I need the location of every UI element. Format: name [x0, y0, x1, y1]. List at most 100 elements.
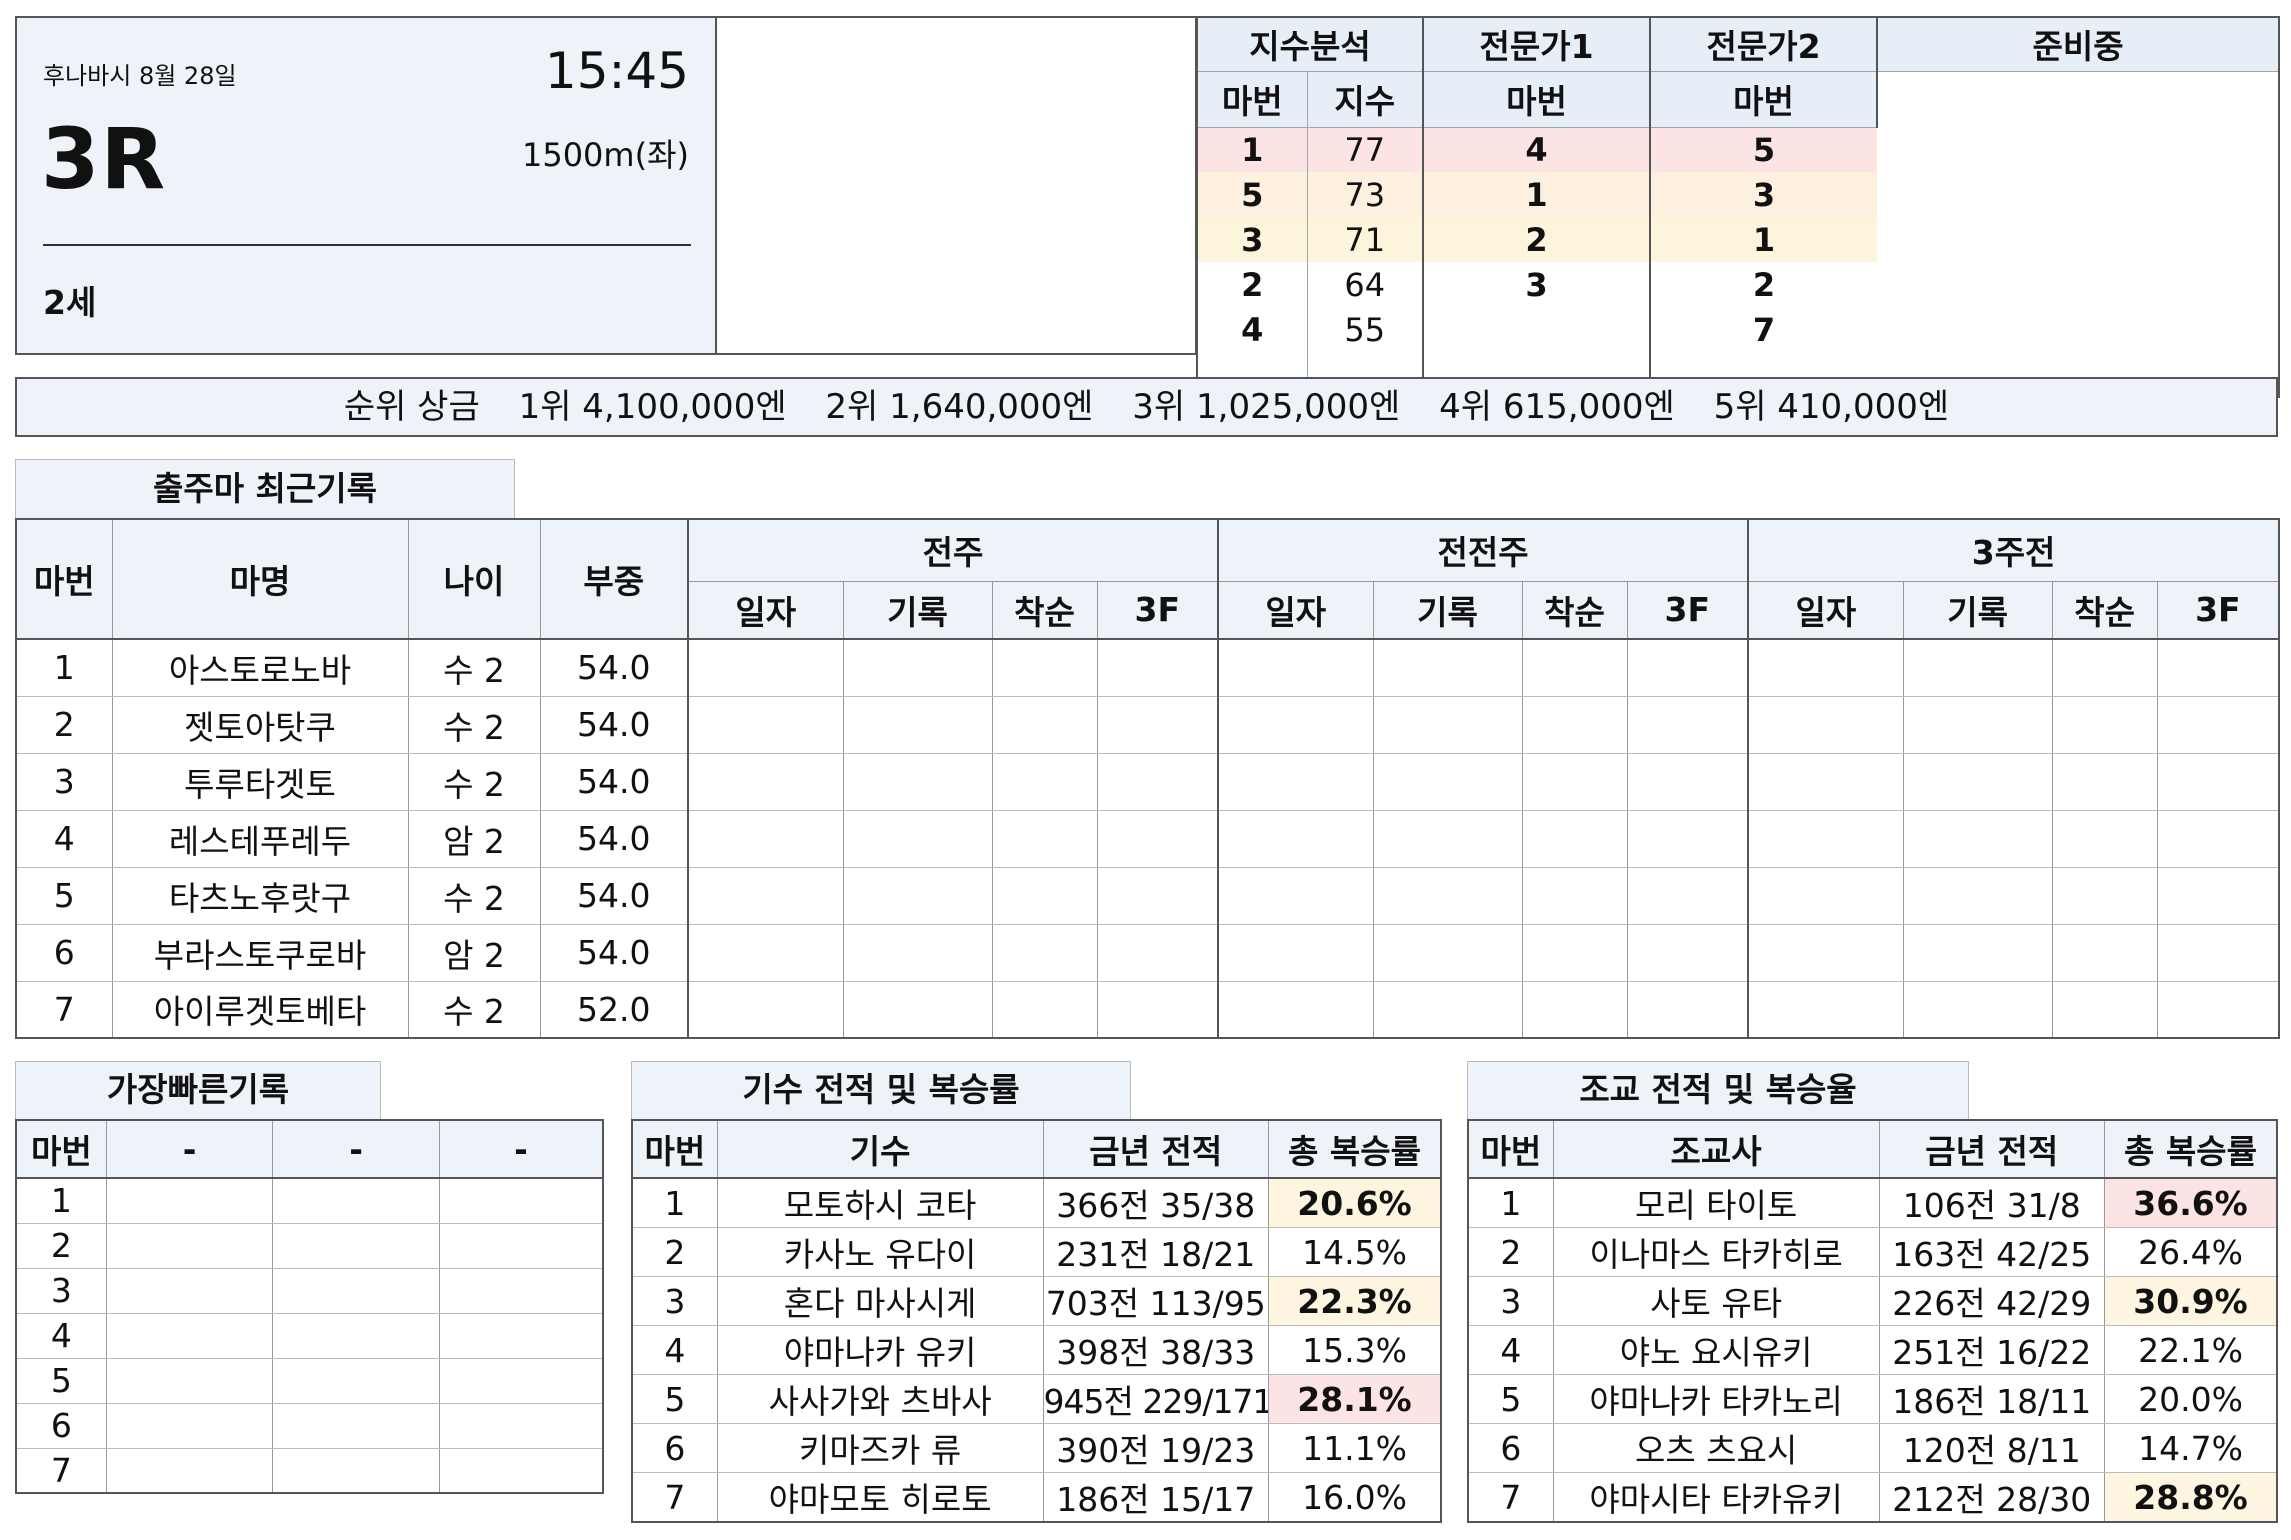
record-date	[687, 924, 843, 982]
horse-no: 4	[632, 1325, 718, 1375]
expert1-header: 전문가1	[1422, 17, 1651, 72]
record-date	[687, 867, 843, 925]
table-row[interactable]: 5	[16, 1358, 603, 1404]
year-record: 945전 229/171	[1042, 1374, 1269, 1424]
table-row[interactable]: 4 야노 요시유키 251전 16/22 22.1%	[1468, 1325, 2277, 1375]
year-record: 703전 113/95	[1042, 1276, 1269, 1326]
fastest-value	[272, 1403, 440, 1449]
index-horse-no: 5	[1241, 175, 1264, 214]
record-3f	[2156, 924, 2280, 982]
table-row[interactable]: 3	[16, 1268, 603, 1314]
record-rank	[1521, 696, 1628, 754]
record-rank	[1521, 753, 1628, 811]
table-row[interactable]: 2	[16, 1223, 603, 1269]
prize-2nd: 2위 1,640,000엔	[825, 387, 1094, 427]
col-year-record: 금년 전적	[1878, 1120, 2105, 1179]
index-horse-no: 2	[1241, 265, 1264, 304]
record-3f	[2156, 696, 2280, 754]
table-row[interactable]: 7 야마모토 히로토 186전 15/17 16.0%	[632, 1472, 1441, 1522]
table-row[interactable]: 4 야마나카 유키 398전 38/33 15.3%	[632, 1325, 1441, 1375]
horse-no: 3	[15, 753, 112, 811]
jockey-name: 혼다 마사시게	[716, 1276, 1043, 1326]
table-row[interactable]: 3 혼다 마사시게 703전 113/95 22.3%	[632, 1276, 1441, 1326]
record-3f	[1626, 981, 1749, 1038]
table-row[interactable]: 7 야마시타 타카유키 212전 28/30 28.8%	[1468, 1472, 2277, 1522]
table-row[interactable]: 5 타츠노후랏구 수 2 54.0	[15, 867, 2280, 925]
table-row[interactable]: 7 아이루겟토베타 수 2 52.0	[15, 981, 2280, 1038]
col-blank-2: -	[272, 1120, 440, 1179]
jockey-stats-tab[interactable]: 기수 전적 및 복승률	[631, 1061, 1131, 1119]
expert2-pick: 2	[1649, 262, 1878, 307]
record-date	[687, 753, 843, 811]
fastest-value	[105, 1178, 273, 1224]
table-row[interactable]: 6 부라스토쿠로바 암 2 54.0	[15, 924, 2280, 982]
empty-panel	[717, 16, 1197, 355]
record-date	[1217, 867, 1374, 925]
record-date	[1747, 753, 1904, 811]
horse-no: 3	[1468, 1276, 1554, 1326]
table-row[interactable]: 1 모토하시 코타 366전 35/38 20.6%	[632, 1178, 1441, 1228]
horse-weight: 54.0	[539, 924, 688, 982]
horse-name: 투루타겟토	[111, 753, 408, 811]
horse-no: 3	[632, 1276, 718, 1326]
table-row[interactable]: 1 아스토로노바 수 2 54.0	[15, 639, 2280, 697]
table-row[interactable]: 6 키마즈카 류 390전 19/23 11.1%	[632, 1423, 1441, 1473]
table-row[interactable]: 7	[16, 1448, 603, 1493]
record-3f	[1096, 696, 1219, 754]
horse-no: 1	[1468, 1178, 1554, 1228]
record-3f	[2156, 639, 2280, 697]
index-horse-no: 1	[1241, 130, 1264, 169]
expert2-header: 전문가2	[1649, 17, 1878, 72]
horse-age: 수 2	[407, 867, 540, 925]
horse-name: 레스테푸레두	[111, 810, 408, 868]
place-rate: 14.7%	[2104, 1423, 2277, 1473]
fastest-value	[105, 1223, 273, 1269]
horse-no: 1	[632, 1178, 718, 1228]
record-record	[842, 810, 992, 868]
table-row[interactable]: 1	[16, 1178, 603, 1224]
record-3f	[2156, 981, 2280, 1038]
table-row[interactable]: 3 사토 유타 226전 42/29 30.9%	[1468, 1276, 2277, 1326]
record-record	[842, 981, 992, 1038]
table-row[interactable]: 3 투루타겟토 수 2 54.0	[15, 753, 2280, 811]
table-row[interactable]: 2 카사노 유다이 231전 18/21 14.5%	[632, 1227, 1441, 1277]
table-row[interactable]: 4	[16, 1313, 603, 1359]
trainer-stats-tab[interactable]: 조교 전적 및 복승율	[1467, 1061, 1969, 1119]
analysis-row: 1 77 4 5	[1197, 127, 2280, 172]
prize-5th: 5위 410,000엔	[1713, 387, 1950, 427]
trainer-stats-table: 마번 조교사 금년 전적 총 복승률 1 모리 타이토 106전 31/8 36.6%…	[1467, 1119, 2278, 1523]
prize-label: 순위 상금	[343, 387, 480, 427]
horse-weight: 54.0	[539, 696, 688, 754]
sub-date: 일자	[1747, 580, 1904, 640]
table-row[interactable]: 5 야마나카 타카노리 186전 18/11 20.0%	[1468, 1374, 2277, 1424]
record-3f	[1626, 696, 1749, 754]
horse-no: 5	[15, 867, 112, 925]
record-date	[1217, 981, 1374, 1038]
table-row[interactable]: 5 사사가와 츠바사 945전 229/171 28.1%	[632, 1374, 1441, 1424]
horse-no: 4	[16, 1313, 107, 1359]
col-age: 나이	[407, 518, 541, 640]
horse-no: 2	[16, 1223, 107, 1269]
horse-weight: 54.0	[539, 867, 688, 925]
horse-weight: 54.0	[539, 753, 688, 811]
table-row[interactable]: 2 젯토아탓쿠 수 2 54.0	[15, 696, 2280, 754]
record-3f	[1096, 753, 1219, 811]
table-row[interactable]: 6 오츠 츠요시 120전 8/11 14.7%	[1468, 1423, 2277, 1473]
expert2-no-subheader: 마번	[1649, 71, 1878, 128]
table-row[interactable]: 6	[16, 1403, 603, 1449]
fastest-record-tab[interactable]: 가장빠른기록	[15, 1061, 381, 1119]
table-row[interactable]: 4 레스테푸레두 암 2 54.0	[15, 810, 2280, 868]
place-rate: 26.4%	[2104, 1227, 2277, 1277]
fastest-value	[105, 1313, 273, 1359]
table-row[interactable]: 1 모리 타이토 106전 31/8 36.6%	[1468, 1178, 2277, 1228]
horse-age: 암 2	[407, 810, 540, 868]
year-record: 163전 42/25	[1878, 1227, 2105, 1277]
recent-records-tab[interactable]: 출주마 최근기록	[15, 459, 515, 518]
record-3f	[1626, 924, 1749, 982]
record-record	[842, 753, 992, 811]
horse-no: 5	[1468, 1374, 1554, 1424]
col-weight: 부중	[539, 518, 689, 640]
table-row[interactable]: 2 이나마스 타카히로 163전 42/25 26.4%	[1468, 1227, 2277, 1277]
fastest-value	[438, 1448, 603, 1493]
record-record	[1372, 696, 1523, 754]
